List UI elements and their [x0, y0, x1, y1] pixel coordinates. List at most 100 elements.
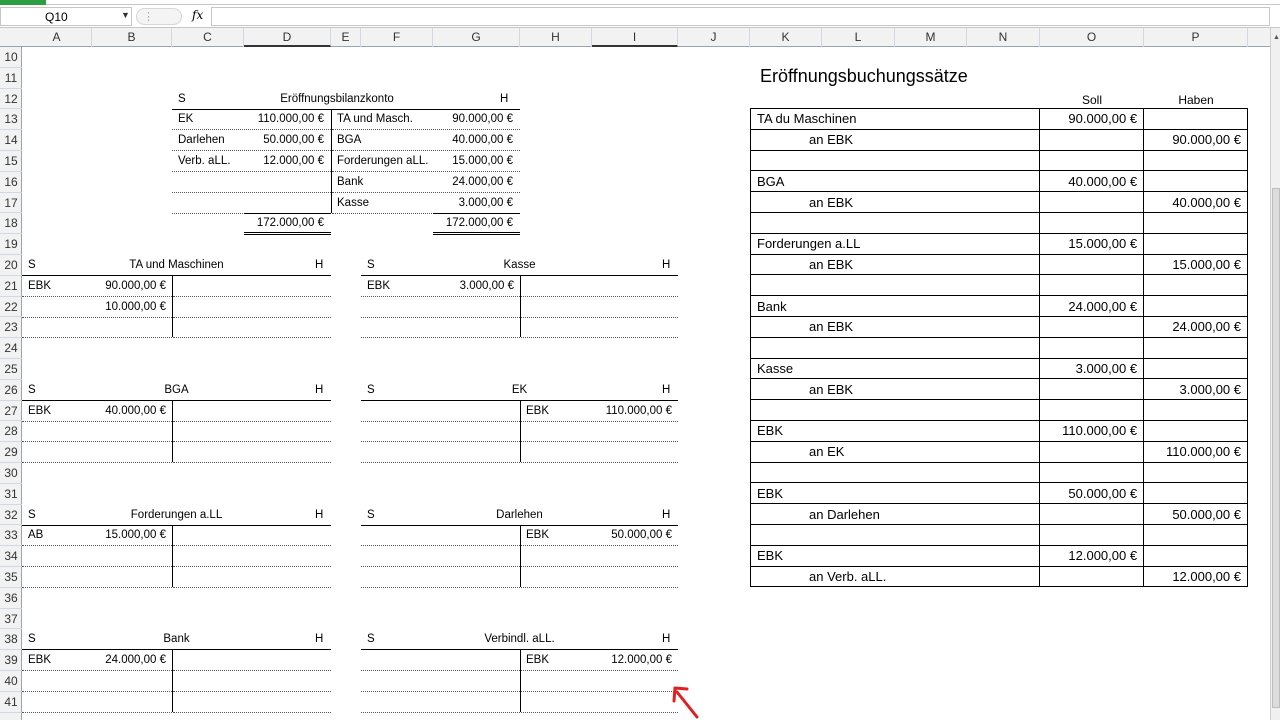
ebk-total-double-rule-right	[433, 232, 520, 236]
journal-empty-cell[interactable]	[1039, 565, 1145, 588]
taccount-left-label: AB	[28, 529, 44, 542]
journal-empty-cell[interactable]	[749, 274, 1041, 297]
journal-empty-cell[interactable]	[1039, 274, 1145, 297]
journal-empty-cell[interactable]	[749, 149, 1041, 172]
taccount-left-label: EBK	[367, 279, 391, 292]
ebk-left-dotted-rule	[172, 191, 331, 193]
taccount-right-dotted-rule	[521, 462, 678, 464]
journal-empty-cell[interactable]	[749, 336, 1041, 359]
journal-empty-cell[interactable]	[1039, 336, 1145, 359]
journal-haben-cell[interactable]: 3.000,00 €	[1143, 378, 1248, 401]
journal-empty-cell[interactable]	[1143, 149, 1248, 172]
journal-empty-cell[interactable]	[1039, 315, 1145, 338]
taccount-left-dotted-rule	[22, 545, 172, 547]
journal-empty-cell[interactable]	[1143, 295, 1248, 317]
journal-empty-cell[interactable]	[1143, 461, 1248, 484]
journal-empty-cell[interactable]	[1143, 336, 1248, 359]
journal-debit-cell[interactable]: EBK	[749, 544, 1041, 567]
journal-haben-cell[interactable]: 15.000,00 €	[1143, 253, 1248, 276]
journal-haben-cell[interactable]: 40.000,00 €	[1143, 191, 1248, 213]
taccount-right-value: 50.000,00 €	[611, 529, 672, 542]
vertical-scrollbar[interactable]: ▲	[1270, 28, 1280, 720]
scroll-up-icon[interactable]: ▲	[1273, 34, 1280, 41]
journal-table: TA du Maschinen 90.000,00 € an EBK 90.000,0…	[749, 108, 1248, 588]
journal-empty-cell[interactable]	[1039, 191, 1145, 213]
journal-soll-cell[interactable]: 15.000,00 €	[1039, 232, 1145, 255]
journal-empty-cell[interactable]	[749, 211, 1041, 234]
journal-haben-cell[interactable]: 90.000,00 €	[1143, 128, 1248, 151]
journal-empty-cell[interactable]	[1039, 523, 1145, 546]
journal-empty-cell[interactable]	[1143, 274, 1248, 297]
journal-empty-cell[interactable]	[1039, 503, 1145, 525]
journal-debit-cell[interactable]: TA du Maschinen	[749, 108, 1041, 130]
journal-empty-cell[interactable]	[1143, 170, 1248, 193]
taccount-divider	[172, 399, 173, 463]
journal-row: an EBK 15.000,00 €	[749, 253, 1248, 276]
journal-haben-cell[interactable]: 110.000,00 €	[1143, 440, 1248, 463]
journal-empty-cell[interactable]	[1143, 419, 1248, 442]
journal-empty-cell[interactable]	[1143, 482, 1248, 505]
journal-empty-cell[interactable]	[1143, 108, 1248, 130]
journal-empty-cell[interactable]	[1143, 232, 1248, 255]
journal-soll-cell[interactable]: 3.000,00 €	[1039, 357, 1145, 380]
journal-haben-cell[interactable]: 24.000,00 €	[1143, 315, 1248, 338]
journal-empty-cell[interactable]	[1039, 128, 1145, 151]
journal-empty-cell[interactable]	[1039, 399, 1145, 421]
taccount-right-dotted-rule	[173, 420, 331, 422]
journal-credit-cell[interactable]: an EBK	[749, 378, 1041, 401]
taccount-right-dotted-rule	[173, 462, 331, 464]
journal-credit-cell[interactable]: an EBK	[749, 128, 1041, 151]
taccount-right-label: EBK	[526, 654, 550, 667]
taccount-h-label: H	[662, 633, 671, 646]
journal-debit-cell[interactable]: EBK	[749, 482, 1041, 505]
journal-empty-cell[interactable]	[1143, 357, 1248, 380]
journal-soll-cell[interactable]: 12.000,00 €	[1039, 544, 1145, 567]
journal-debit-cell[interactable]: EBK	[749, 419, 1041, 442]
journal-credit-cell[interactable]: an EK	[749, 440, 1041, 463]
journal-credit-cell[interactable]: an EBK	[749, 253, 1041, 276]
journal-empty-cell[interactable]	[1143, 399, 1248, 421]
journal-debit-cell[interactable]: Kasse	[749, 357, 1041, 380]
journal-credit-cell[interactable]: an Verb. aLL.	[749, 565, 1041, 588]
journal-debit-cell[interactable]: Bank	[749, 295, 1041, 317]
taccount-left-dotted-rule	[361, 295, 520, 297]
journal-haben-cell[interactable]: 50.000,00 €	[1143, 503, 1248, 525]
taccount-left-dotted-rule	[22, 337, 172, 339]
journal-empty-cell[interactable]	[1143, 544, 1248, 567]
journal-empty-cell[interactable]	[1143, 211, 1248, 234]
journal-soll-cell[interactable]: 40.000,00 €	[1039, 170, 1145, 193]
scrollbar-thumb[interactable]	[1272, 188, 1280, 708]
taccount-left-value: 3.000,00 €	[459, 279, 514, 292]
taccount-left-dotted-rule	[361, 711, 520, 713]
taccount-right-dotted-rule	[521, 441, 678, 443]
journal-debit-cell[interactable]: BGA	[749, 170, 1041, 193]
journal-soll-cell[interactable]: 90.000,00 €	[1039, 108, 1145, 130]
taccount-s-label: S	[367, 383, 375, 396]
journal-empty-cell[interactable]	[1039, 440, 1145, 463]
journal-soll-cell[interactable]: 110.000,00 €	[1039, 419, 1145, 442]
journal-empty-cell[interactable]	[1039, 461, 1145, 484]
journal-empty-cell[interactable]	[1039, 211, 1145, 234]
journal-row: EBK 50.000,00 €	[749, 482, 1248, 505]
journal-empty-cell[interactable]	[749, 523, 1041, 546]
journal-empty-cell[interactable]	[749, 399, 1041, 421]
journal-soll-cell[interactable]: 24.000,00 €	[1039, 295, 1145, 317]
journal-empty-cell[interactable]	[1039, 378, 1145, 401]
journal-debit-cell[interactable]: Forderungen a.LL	[749, 232, 1041, 255]
taccount-title: BGA	[164, 383, 189, 396]
taccount-left-dotted-rule	[22, 462, 172, 464]
ebk-right-value: 3.000,00 €	[458, 196, 513, 209]
journal-row	[749, 336, 1248, 359]
journal-haben-cell[interactable]: 12.000,00 €	[1143, 565, 1248, 588]
journal-empty-cell[interactable]	[1039, 253, 1145, 276]
journal-empty-cell[interactable]	[1143, 523, 1248, 546]
journal-credit-cell[interactable]: an EBK	[749, 315, 1041, 338]
journal-empty-cell[interactable]	[1039, 149, 1145, 172]
journal-soll-cell[interactable]: 50.000,00 €	[1039, 482, 1145, 505]
journal-credit-cell[interactable]: an EBK	[749, 191, 1041, 213]
journal-empty-cell[interactable]	[749, 461, 1041, 484]
taccount-left-value: 15.000,00 €	[105, 529, 166, 542]
taccount-title: TA und Maschinen	[129, 259, 224, 271]
journal-credit-cell[interactable]: an Darlehen	[749, 503, 1041, 525]
taccount-left-dotted-rule	[361, 545, 520, 547]
